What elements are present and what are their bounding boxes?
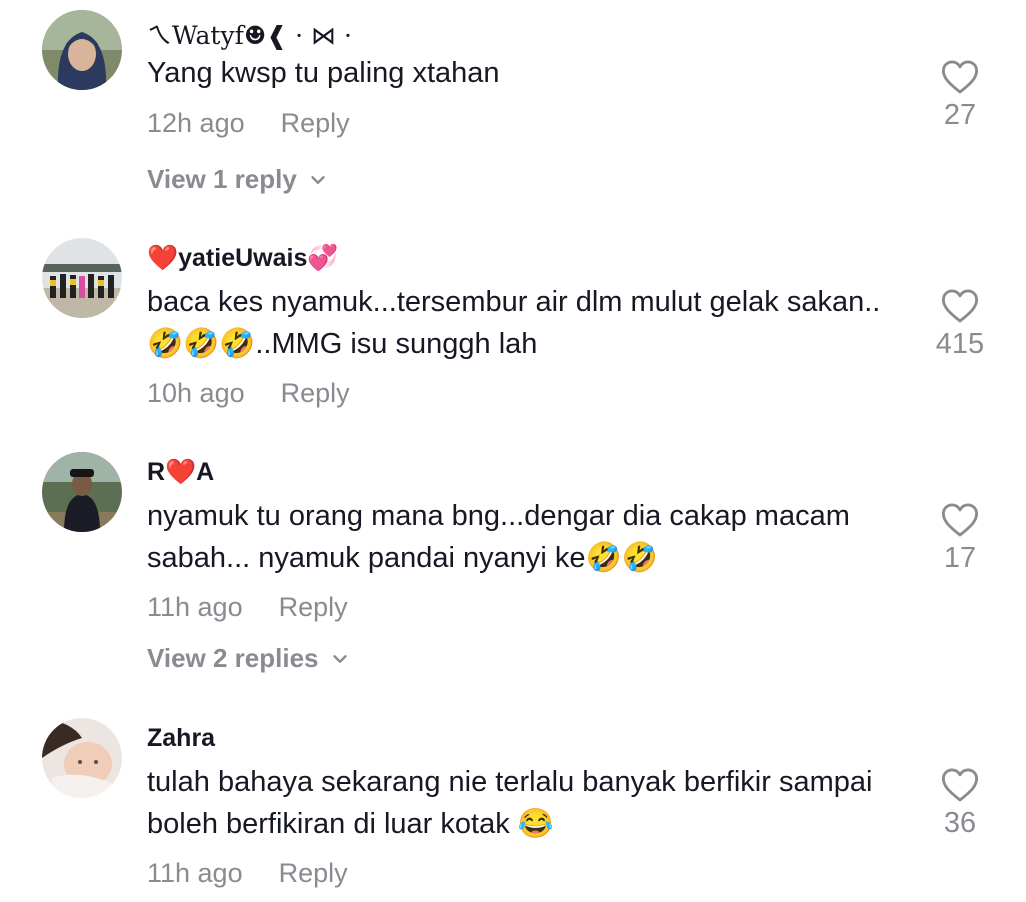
heart-icon xyxy=(941,60,979,94)
like-button[interactable]: 36 xyxy=(920,767,1000,840)
like-button[interactable]: 17 xyxy=(920,502,1000,575)
like-button[interactable]: 27 xyxy=(920,59,1000,132)
view-replies-button[interactable]: View 2 replies xyxy=(147,643,351,674)
comment-text: Yang kwsp tu paling xtahan xyxy=(147,57,500,89)
like-count: 17 xyxy=(943,542,977,574)
chevron-down-icon xyxy=(332,654,347,663)
reply-button[interactable]: Reply xyxy=(281,378,350,408)
avatar[interactable] xyxy=(42,238,122,318)
heart-icon xyxy=(941,768,979,802)
comment-meta: 12h ago Reply xyxy=(147,108,350,139)
comment-username[interactable]: Zahra xyxy=(147,724,215,753)
heart-icon xyxy=(941,289,979,323)
comment-text: tulah bahaya sekarang nie terlalu banyak… xyxy=(147,766,873,840)
comment-text: nyamuk tu orang mana bng...dengar dia ca… xyxy=(147,500,850,574)
like-count: 27 xyxy=(943,99,977,131)
heart-icon xyxy=(941,503,979,537)
comment-meta: 11h ago Reply xyxy=(147,592,348,623)
comment-meta: 11h ago Reply xyxy=(147,858,348,889)
reply-button[interactable]: Reply xyxy=(281,108,350,138)
comment-timestamp: 11h ago xyxy=(147,592,243,622)
comment-text: baca kes nyamuk...tersembur air dlm mulu… xyxy=(147,286,881,360)
view-replies-label: View 1 reply xyxy=(147,164,297,194)
chevron-down-icon xyxy=(311,175,325,184)
avatar-image xyxy=(42,10,122,90)
like-count: 415 xyxy=(935,328,985,360)
like-count: 36 xyxy=(943,807,977,839)
comment-username[interactable]: ㄟWatyf☻❰ · ⋈ · xyxy=(147,16,352,52)
comment-meta: 10h ago Reply xyxy=(147,378,350,409)
comment-timestamp: 11h ago xyxy=(147,858,243,888)
comment-timestamp: 12h ago xyxy=(147,108,245,138)
comment-username[interactable]: R❤️A xyxy=(147,458,214,487)
avatar-image xyxy=(42,718,122,798)
view-replies-label: View 2 replies xyxy=(147,643,319,673)
view-replies-button[interactable]: View 1 reply xyxy=(147,164,329,195)
avatar[interactable] xyxy=(42,10,122,90)
avatar-image xyxy=(42,238,122,318)
avatar[interactable] xyxy=(42,452,122,532)
like-button[interactable]: 415 xyxy=(920,288,1000,361)
comment-timestamp: 10h ago xyxy=(147,378,245,408)
avatar[interactable] xyxy=(42,718,122,798)
avatar-image xyxy=(42,452,122,532)
reply-button[interactable]: Reply xyxy=(279,858,348,888)
reply-button[interactable]: Reply xyxy=(279,592,348,622)
comment-username[interactable]: ❤️yatieUwais💞 xyxy=(147,244,339,273)
